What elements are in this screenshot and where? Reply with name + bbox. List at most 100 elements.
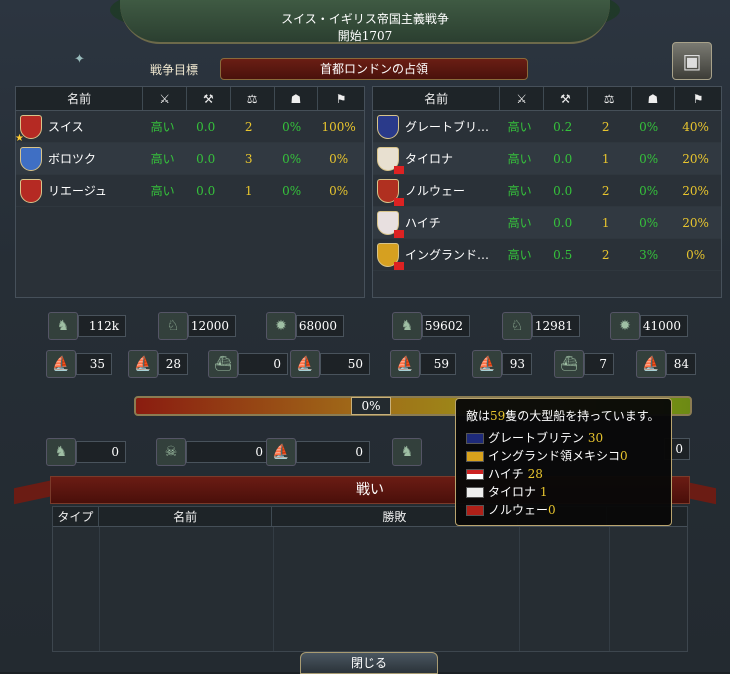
contribution-cell: 0% xyxy=(329,183,349,198)
attackers-panel: 名前 ⚔ ⚒ ⚖ ☗ ⚑ ★ スイス 高い 0.0 2 0% 100% ボロツク 高い 0.0 3 0… xyxy=(15,86,365,298)
war-title-banner: スイス・イギリス帝国主義戦争 開始1707 xyxy=(120,0,610,44)
contribution-cell: 20% xyxy=(682,151,709,166)
country-shield-icon[interactable] xyxy=(377,210,404,238)
tooltip-entry: イングランド領メキシコ0 xyxy=(466,447,661,465)
attackers-country-row[interactable]: ★ スイス 高い 0.0 2 0% 100% xyxy=(15,111,364,144)
defender-heavy-ships-value: 59 xyxy=(420,353,456,375)
participation-column-icon[interactable]: ⚖ xyxy=(588,87,632,110)
tairona-flag-icon xyxy=(466,487,484,498)
participation-column-icon[interactable]: ⚖ xyxy=(231,87,275,110)
name-column-header[interactable]: 名前 xyxy=(373,87,501,110)
defender-infantry-value: 59602 xyxy=(422,315,470,337)
participation-cell: 2 xyxy=(244,119,253,134)
country-name: リエージュ xyxy=(48,184,107,198)
defenders-country-row[interactable]: ノルウェー 高い 0.0 2 0% 20% xyxy=(373,175,721,207)
losses-cell: 0% xyxy=(639,119,659,134)
subject-flag-icon xyxy=(394,229,404,238)
entry-value: 30 xyxy=(587,431,604,445)
country-shield-icon[interactable] xyxy=(377,242,404,270)
divider xyxy=(519,527,520,651)
contribution-cell: 100% xyxy=(321,119,356,134)
war-exhaustion-cell: 0.5 xyxy=(553,247,573,262)
defender-cavalry: ♘ 12981 xyxy=(502,312,580,340)
attitude-column-icon[interactable]: ⚔ xyxy=(500,87,545,110)
transport-icon[interactable]: ⛵ xyxy=(636,350,666,378)
country-shield-icon[interactable] xyxy=(20,178,42,203)
heavy-ship-icon[interactable]: ⛵ xyxy=(46,350,76,378)
defenders-country-row[interactable]: イングランド… 高い 0.5 2 3% 0% xyxy=(373,239,721,271)
losses-column-icon[interactable]: ☗ xyxy=(632,87,676,110)
artillery-icon: ✹ xyxy=(266,312,296,340)
battles-table: タイプ 名前 勝敗 xyxy=(52,506,688,652)
galley-icon[interactable]: ⛴ xyxy=(554,350,584,378)
defender-transports-value: 84 xyxy=(666,353,696,375)
attackers-country-row[interactable]: リエージュ 高い 0.0 1 0% 0% xyxy=(16,175,364,207)
country-name-cell: ★ スイス xyxy=(15,114,141,144)
country-name-cell: ノルウェー xyxy=(373,178,498,206)
defender-cavalry-value: 12981 xyxy=(532,315,580,337)
attitude-cell: 高い xyxy=(150,120,175,134)
defender-galleys: ⛴ 7 xyxy=(554,350,614,378)
ledger-icon: ▣ xyxy=(682,49,702,73)
country-name: ノルウェー xyxy=(405,184,466,198)
land-losses: ♞ 0 xyxy=(46,438,126,466)
contribution-column-icon[interactable]: ⚑ xyxy=(318,87,364,110)
tooltip-suffix: 隻の大型船を持っています。 xyxy=(505,409,660,423)
war-exhaustion-cell: 0.0 xyxy=(196,151,216,166)
infantry-icon: ♞ xyxy=(392,312,422,340)
participation-cell: 1 xyxy=(601,215,610,230)
war-exhaustion-column-icon[interactable]: ⚒ xyxy=(544,87,588,110)
casus-belli-icon[interactable]: ✦ xyxy=(74,52,85,67)
naval-losses: ⛵ 0 xyxy=(266,438,370,466)
country-shield-icon[interactable] xyxy=(377,114,399,139)
country-shield-icon[interactable]: ★ xyxy=(15,114,42,144)
defender-artillery-value: 41000 xyxy=(640,315,688,337)
war-start-date: 開始1707 xyxy=(337,29,393,43)
defenders-country-row[interactable]: ハイチ 高い 0.0 1 0% 20% xyxy=(373,207,721,239)
war-exhaustion-column-icon[interactable]: ⚒ xyxy=(187,87,231,110)
tooltip-entry: グレートブリテン 30 xyxy=(466,429,661,447)
country-name-cell: タイロナ xyxy=(373,146,498,174)
country-name: イングランド… xyxy=(405,248,490,262)
attitude-column-icon[interactable]: ⚔ xyxy=(143,87,188,110)
entry-name: ノルウェー xyxy=(488,503,549,517)
divider xyxy=(609,527,610,651)
artillery-icon: ✹ xyxy=(610,312,640,340)
light-ship-icon[interactable]: ⛵ xyxy=(128,350,158,378)
attacker-galleys-value: 0 xyxy=(238,353,288,375)
losses-column-icon[interactable]: ☗ xyxy=(275,87,319,110)
war-goal-box[interactable]: 首都ロンドンの占領 xyxy=(220,58,528,80)
heavy-ship-icon[interactable]: ⛵ xyxy=(390,350,420,378)
type-column-header[interactable]: タイプ xyxy=(53,507,99,526)
attacker-artillery: ✹ 68000 xyxy=(266,312,344,340)
transport-icon[interactable]: ⛵ xyxy=(290,350,320,378)
name-column-header[interactable]: 名前 xyxy=(16,87,144,110)
defenders-country-row[interactable]: タイロナ 高い 0.0 1 0% 20% xyxy=(373,143,721,175)
light-ship-icon[interactable]: ⛵ xyxy=(472,350,502,378)
country-shield-icon[interactable] xyxy=(377,146,404,174)
galley-icon[interactable]: ⛴ xyxy=(208,350,238,378)
ledger-button[interactable]: ▣ xyxy=(672,42,712,80)
country-shield-icon[interactable] xyxy=(377,178,404,206)
defender-infantry: ♞ 59602 xyxy=(392,312,470,340)
norway-flag-icon xyxy=(466,505,484,516)
entry-value: 28 xyxy=(527,467,543,481)
participation-cell: 2 xyxy=(601,183,610,198)
attacker-light-ships: ⛵ 28 xyxy=(128,350,188,378)
tooltip-header: 敵は59隻の大型船を持っています。 xyxy=(466,407,661,425)
country-shield-icon[interactable] xyxy=(20,146,42,171)
participation-cell: 2 xyxy=(601,247,610,262)
attitude-cell: 高い xyxy=(150,152,175,166)
defender-artillery: ✹ 41000 xyxy=(610,312,688,340)
contribution-cell: 0% xyxy=(329,151,349,166)
close-button[interactable]: 閉じる xyxy=(300,652,438,674)
war-exhaustion-cell: 0.0 xyxy=(553,215,573,230)
attacker-artillery-value: 68000 xyxy=(296,315,344,337)
name-column-header[interactable]: 名前 xyxy=(99,507,273,526)
attackers-country-row[interactable]: ボロツク 高い 0.0 3 0% 0% xyxy=(16,143,364,175)
land-losses-value: 0 xyxy=(76,441,126,463)
country-name-cell: イングランド… xyxy=(373,242,498,270)
defender-heavy-ships: ⛵ 59 xyxy=(390,350,456,378)
defenders-country-row[interactable]: グレートブリ… 高い 0.2 2 0% 40% xyxy=(373,111,721,143)
contribution-column-icon[interactable]: ⚑ xyxy=(675,87,721,110)
